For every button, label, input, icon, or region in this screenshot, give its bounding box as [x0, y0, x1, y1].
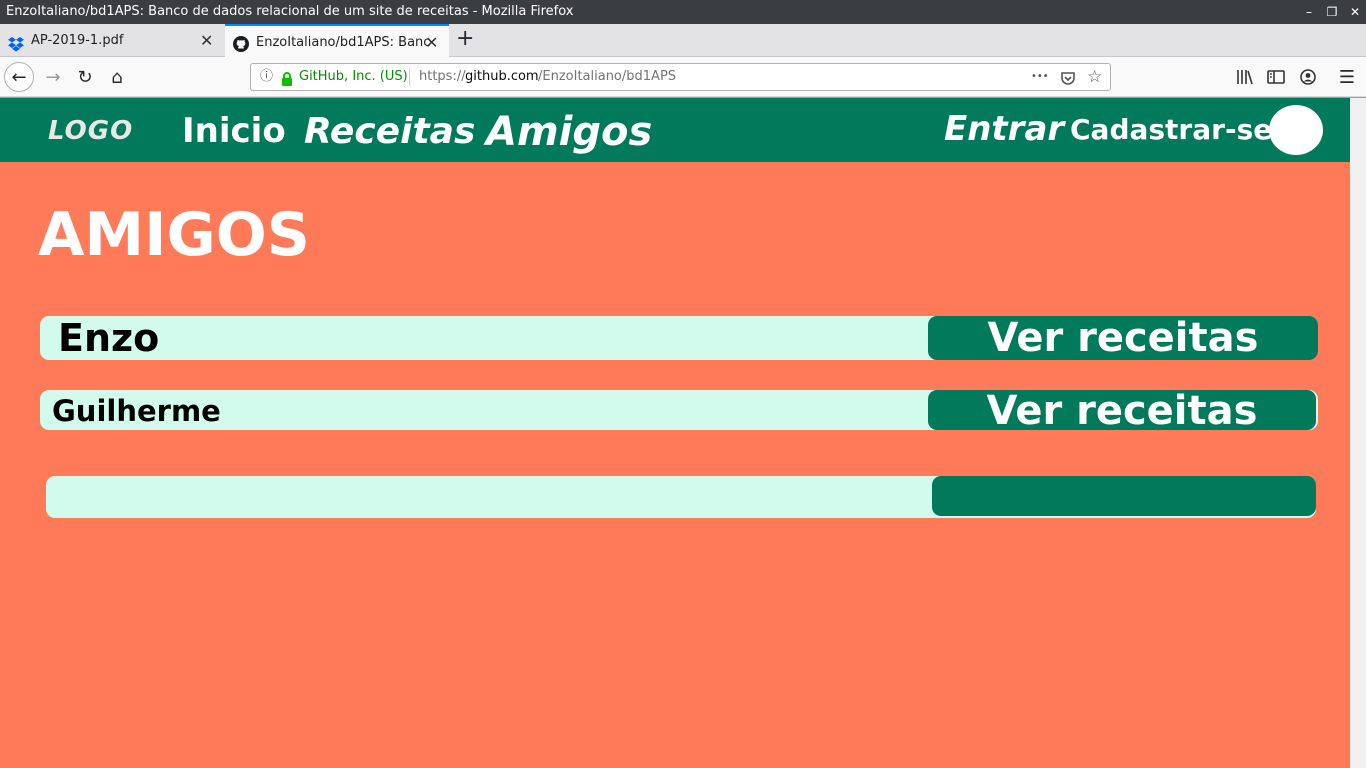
- tab-title: AP-2019-1.pdf: [31, 33, 124, 48]
- github-icon: [233, 32, 249, 52]
- minimize-icon[interactable]: –: [1300, 3, 1318, 21]
- bookmark-star-icon[interactable]: ☆: [1087, 64, 1102, 90]
- restore-icon[interactable]: ❐: [1323, 3, 1341, 21]
- tab-github[interactable]: EnzoItaliano/bd1APS: Banc ✕: [225, 24, 449, 57]
- signup-link[interactable]: Cadastrar-se: [1070, 113, 1272, 146]
- account-icon[interactable]: [1293, 62, 1323, 92]
- close-tab-icon[interactable]: ✕: [425, 26, 438, 57]
- hamburger-menu-icon[interactable]: ☰: [1332, 62, 1362, 92]
- nav-link-inicio[interactable]: Inicio: [182, 111, 286, 151]
- tab-title: EnzoItaliano/bd1APS: Banc: [256, 35, 431, 50]
- library-icon[interactable]: [1230, 62, 1260, 92]
- tab-pdf[interactable]: AP-2019-1.pdf ✕: [0, 24, 224, 57]
- friend-row: [46, 476, 1316, 518]
- view-recipes-button[interactable]: [932, 476, 1316, 516]
- new-tab-button[interactable]: +: [456, 26, 474, 51]
- forward-arrow-icon: →: [45, 66, 61, 88]
- friend-row: Guilherme Ver receitas: [40, 390, 1318, 432]
- navigation-toolbar: ← → ↻ ⌂ ⓘ GitHub, Inc. (US) https:// git…: [0, 57, 1366, 97]
- url-bar[interactable]: ⓘ GitHub, Inc. (US) https:// github.com …: [250, 63, 1111, 91]
- friend-row: Enzo Ver receitas: [40, 316, 1318, 360]
- tab-strip: AP-2019-1.pdf ✕ EnzoItaliano/bd1APS: Ban…: [0, 24, 1366, 57]
- page-content: LOGO Inicio Receitas Amigos Entrar Cadas…: [0, 98, 1350, 768]
- close-window-icon[interactable]: ✕: [1346, 3, 1364, 21]
- site-header: LOGO Inicio Receitas Amigos Entrar Cadas…: [0, 98, 1350, 162]
- url-path: /EnzoItaliano/bd1APS: [538, 69, 677, 84]
- nav-link-amigos[interactable]: Amigos: [486, 109, 652, 155]
- friend-name: Enzo: [58, 316, 160, 360]
- reload-button[interactable]: ↻: [70, 62, 100, 92]
- page-scrollbar[interactable]: [1350, 98, 1366, 768]
- site-logo[interactable]: LOGO: [48, 116, 133, 146]
- url-divider: [409, 68, 410, 86]
- reload-icon: ↻: [77, 66, 93, 88]
- window-title: EnzoItaliano/bd1APS: Banco de dados rela…: [6, 4, 574, 19]
- login-link[interactable]: Entrar: [944, 109, 1064, 149]
- sidebar-icon[interactable]: [1261, 62, 1291, 92]
- forward-button[interactable]: →: [38, 62, 68, 92]
- dropbox-icon: [8, 32, 24, 52]
- close-tab-icon[interactable]: ✕: [200, 24, 213, 57]
- pocket-icon[interactable]: [1060, 70, 1076, 86]
- window-titlebar: EnzoItaliano/bd1APS: Banco de dados rela…: [0, 0, 1366, 24]
- back-button[interactable]: ←: [4, 62, 34, 92]
- home-button[interactable]: ⌂: [102, 62, 132, 92]
- page-title: AMIGOS: [38, 200, 310, 270]
- lock-icon: [281, 70, 293, 86]
- avatar[interactable]: [1269, 105, 1323, 155]
- url-scheme: https://: [419, 69, 466, 84]
- friend-name: Guilherme: [52, 394, 221, 428]
- view-recipes-button[interactable]: Ver receitas: [928, 316, 1318, 360]
- home-icon: ⌂: [111, 66, 123, 88]
- page-actions-icon[interactable]: •••: [1031, 64, 1049, 90]
- back-arrow-icon: ←: [11, 66, 27, 88]
- site-identity[interactable]: GitHub, Inc. (US): [299, 64, 408, 90]
- url-domain: github.com: [465, 69, 539, 84]
- view-recipes-button[interactable]: Ver receitas: [928, 390, 1316, 432]
- info-icon[interactable]: ⓘ: [260, 64, 273, 90]
- nav-link-receitas[interactable]: Receitas: [304, 111, 475, 152]
